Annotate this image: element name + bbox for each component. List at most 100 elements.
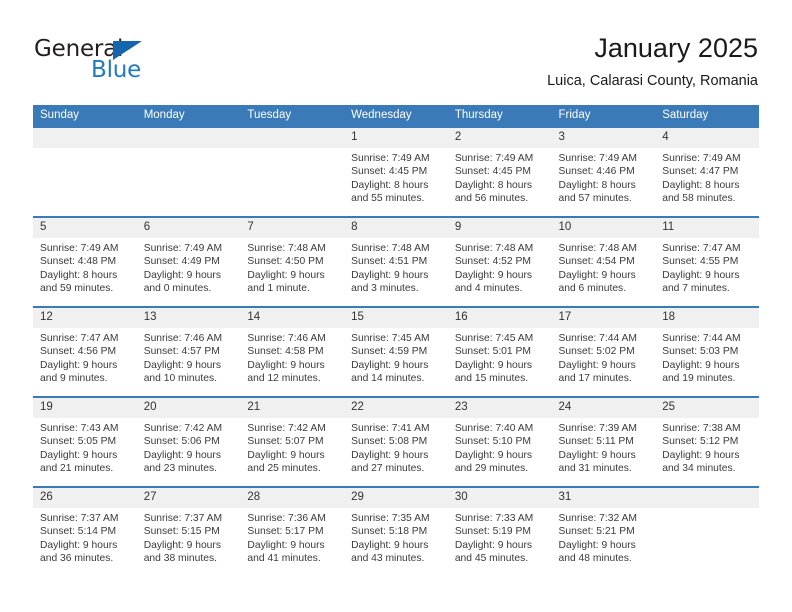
day-sun-info: Sunrise: 7:37 AM Sunset: 5:14 PM Daylight:… [33, 508, 137, 566]
day-cell[interactable]: 26 Sunrise: 7:37 AM Sunset: 5:14 PM Dayligh… [33, 486, 137, 576]
calendar-page: General Blue January 2025 Luica, Calaras… [0, 0, 792, 612]
day-number: 9 [447, 218, 552, 238]
calendar-body: 1 Sunrise: 7:49 AM Sunset: 4:45 PM Daylight… [33, 126, 759, 576]
day-cell[interactable]: 22 Sunrise: 7:41 AM Sunset: 5:08 PM Dayligh… [344, 396, 448, 487]
day-cell[interactable]: 24 Sunrise: 7:39 AM Sunset: 5:11 PM Dayligh… [551, 396, 656, 487]
sunrise-text: Sunrise: 7:45 AM [454, 333, 534, 344]
day-cell[interactable]: 27 Sunrise: 7:37 AM Sunset: 5:15 PM Dayligh… [136, 486, 241, 576]
sunset-text: Sunset: 5:05 PM [40, 436, 117, 448]
sunset-text: Sunset: 4:58 PM [247, 346, 324, 358]
day-cell[interactable]: 14 Sunrise: 7:46 AM Sunset: 4:58 PM Dayligh… [240, 306, 345, 397]
day-cell[interactable]: 17 Sunrise: 7:44 AM Sunset: 5:02 PM Dayligh… [551, 306, 656, 397]
calendar-week-row: 26 Sunrise: 7:37 AM Sunset: 5:14 PM Dayligh… [33, 486, 759, 576]
day-cell-empty [33, 126, 137, 217]
day-cell[interactable]: 20 Sunrise: 7:42 AM Sunset: 5:06 PM Dayligh… [136, 396, 241, 487]
day-cell-inner: 28 Sunrise: 7:36 AM Sunset: 5:17 PM Dayligh… [240, 488, 345, 576]
day-cell-empty [136, 126, 241, 217]
logo-text-blue: Blue [91, 57, 142, 83]
day-number: 26 [33, 488, 137, 508]
sunrise-text: Sunrise: 7:49 AM [558, 153, 637, 164]
daylight-text: Daylight: 9 hours and 9 minutes. [40, 359, 118, 385]
day-cell-inner: 27 Sunrise: 7:37 AM Sunset: 5:15 PM Dayligh… [136, 488, 241, 576]
sunrise-text: Sunrise: 7:37 AM [143, 513, 223, 524]
day-cell[interactable]: 16 Sunrise: 7:45 AM Sunset: 5:01 PM Dayligh… [447, 306, 552, 397]
general-blue-logo[interactable]: General Blue [34, 36, 224, 92]
day-cell[interactable]: 4 Sunrise: 7:49 AM Sunset: 4:47 PM Daylight… [655, 126, 759, 217]
daylight-text: Daylight: 9 hours and 36 minutes. [40, 539, 118, 565]
day-cell[interactable]: 12 Sunrise: 7:47 AM Sunset: 4:56 PM Dayligh… [33, 306, 137, 397]
day-number: 25 [655, 398, 759, 418]
sunrise-text: Sunrise: 7:38 AM [662, 423, 741, 434]
day-cell[interactable]: 29 Sunrise: 7:35 AM Sunset: 5:18 PM Dayligh… [344, 486, 448, 576]
sunrise-text: Sunrise: 7:42 AM [247, 423, 326, 434]
sunset-text: Sunset: 5:18 PM [351, 526, 428, 538]
day-cell[interactable]: 8 Sunrise: 7:48 AM Sunset: 4:51 PM Daylight… [344, 216, 448, 307]
day-cell[interactable]: 18 Sunrise: 7:44 AM Sunset: 5:03 PM Dayligh… [655, 306, 759, 397]
daylight-text: Daylight: 9 hours and 45 minutes. [454, 539, 533, 565]
daylight-text: Daylight: 9 hours and 15 minutes. [454, 359, 533, 385]
day-number: 28 [240, 488, 345, 508]
sunset-text: Sunset: 4:57 PM [143, 346, 220, 358]
sunrise-text: Sunrise: 7:44 AM [662, 333, 741, 344]
day-cell[interactable]: 3 Sunrise: 7:49 AM Sunset: 4:46 PM Daylight… [551, 126, 656, 217]
calendar-week-row: 12 Sunrise: 7:47 AM Sunset: 4:56 PM Dayligh… [33, 306, 759, 397]
day-number [240, 128, 345, 148]
day-cell[interactable]: 5 Sunrise: 7:49 AM Sunset: 4:48 PM Daylight… [33, 216, 137, 307]
sunset-text: Sunset: 4:52 PM [454, 256, 531, 268]
day-cell-inner: 4 Sunrise: 7:49 AM Sunset: 4:47 PM Daylight… [655, 128, 759, 216]
day-sun-info: Sunrise: 7:42 AM Sunset: 5:06 PM Daylight:… [137, 418, 241, 476]
day-cell[interactable]: 31 Sunrise: 7:32 AM Sunset: 5:21 PM Dayligh… [551, 486, 656, 576]
daylight-text: Daylight: 9 hours and 29 minutes. [454, 449, 533, 475]
sunrise-text: Sunrise: 7:41 AM [351, 423, 430, 434]
day-sun-info: Sunrise: 7:45 AM Sunset: 5:01 PM Daylight:… [448, 328, 552, 386]
day-cell[interactable]: 28 Sunrise: 7:36 AM Sunset: 5:17 PM Dayligh… [240, 486, 345, 576]
day-cell[interactable]: 15 Sunrise: 7:45 AM Sunset: 4:59 PM Dayligh… [344, 306, 448, 397]
day-cell[interactable]: 21 Sunrise: 7:42 AM Sunset: 5:07 PM Dayligh… [240, 396, 345, 487]
day-cell[interactable]: 13 Sunrise: 7:46 AM Sunset: 4:57 PM Dayligh… [136, 306, 241, 397]
day-number: 14 [240, 308, 345, 328]
day-cell[interactable]: 25 Sunrise: 7:38 AM Sunset: 5:12 PM Dayligh… [655, 396, 759, 487]
day-sun-info: Sunrise: 7:46 AM Sunset: 4:58 PM Daylight:… [240, 328, 344, 386]
day-cell-inner: 24 Sunrise: 7:39 AM Sunset: 5:11 PM Dayligh… [551, 398, 656, 486]
sunrise-text: Sunrise: 7:48 AM [247, 243, 326, 254]
weekday-header-monday: Monday [136, 105, 241, 127]
sunrise-text: Sunrise: 7:45 AM [351, 333, 430, 344]
sunset-text: Sunset: 4:50 PM [247, 256, 324, 268]
day-sun-info: Sunrise: 7:49 AM Sunset: 4:47 PM Daylight:… [655, 148, 759, 206]
day-number: 24 [551, 398, 656, 418]
day-cell-inner: 29 Sunrise: 7:35 AM Sunset: 5:18 PM Dayligh… [344, 488, 448, 576]
weekday-header-tuesday: Tuesday [240, 105, 345, 127]
day-sun-info: Sunrise: 7:48 AM Sunset: 4:50 PM Daylight:… [240, 238, 344, 296]
day-sun-info: Sunrise: 7:49 AM Sunset: 4:48 PM Daylight:… [33, 238, 137, 296]
day-cell[interactable]: 9 Sunrise: 7:48 AM Sunset: 4:52 PM Daylight… [447, 216, 552, 307]
day-cell-inner: 16 Sunrise: 7:45 AM Sunset: 5:01 PM Dayligh… [447, 308, 552, 396]
day-cell[interactable]: 7 Sunrise: 7:48 AM Sunset: 4:50 PM Daylight… [240, 216, 345, 307]
day-cell[interactable]: 1 Sunrise: 7:49 AM Sunset: 4:45 PM Daylight… [344, 126, 448, 217]
sunrise-text: Sunrise: 7:37 AM [40, 513, 119, 524]
day-cell[interactable]: 2 Sunrise: 7:49 AM Sunset: 4:45 PM Daylight… [447, 126, 552, 217]
day-cell[interactable]: 19 Sunrise: 7:43 AM Sunset: 5:05 PM Dayligh… [33, 396, 137, 487]
day-cell-inner: 18 Sunrise: 7:44 AM Sunset: 5:03 PM Dayligh… [655, 308, 759, 396]
day-cell-inner: 19 Sunrise: 7:43 AM Sunset: 5:05 PM Dayligh… [33, 398, 137, 486]
day-cell[interactable]: 23 Sunrise: 7:40 AM Sunset: 5:10 PM Dayligh… [447, 396, 552, 487]
day-number: 31 [551, 488, 656, 508]
day-cell-inner: 25 Sunrise: 7:38 AM Sunset: 5:12 PM Dayligh… [655, 398, 759, 486]
day-cell[interactable]: 11 Sunrise: 7:47 AM Sunset: 4:55 PM Dayligh… [655, 216, 759, 307]
sunrise-text: Sunrise: 7:49 AM [351, 153, 430, 164]
sunset-text: Sunset: 4:47 PM [662, 166, 739, 178]
day-sun-info: Sunrise: 7:37 AM Sunset: 5:15 PM Daylight:… [137, 508, 241, 566]
sunset-text: Sunset: 4:55 PM [662, 256, 739, 268]
day-sun-info: Sunrise: 7:49 AM Sunset: 4:45 PM Daylight:… [344, 148, 448, 206]
title-block: January 2025 Luica, Calarasi County, Rom… [547, 32, 758, 91]
day-number: 5 [33, 218, 137, 238]
sunrise-text: Sunrise: 7:47 AM [40, 333, 119, 344]
day-number: 19 [33, 398, 137, 418]
day-sun-info: Sunrise: 7:48 AM Sunset: 4:51 PM Daylight:… [344, 238, 448, 296]
daylight-text: Daylight: 9 hours and 38 minutes. [143, 539, 221, 565]
sunset-text: Sunset: 4:56 PM [40, 346, 117, 358]
day-cell[interactable]: 30 Sunrise: 7:33 AM Sunset: 5:19 PM Dayligh… [447, 486, 552, 576]
weekday-header-friday: Friday [551, 105, 656, 127]
day-cell[interactable]: 6 Sunrise: 7:49 AM Sunset: 4:49 PM Daylight… [136, 216, 241, 307]
day-cell-empty [655, 486, 759, 576]
day-cell[interactable]: 10 Sunrise: 7:48 AM Sunset: 4:54 PM Dayligh… [551, 216, 656, 307]
